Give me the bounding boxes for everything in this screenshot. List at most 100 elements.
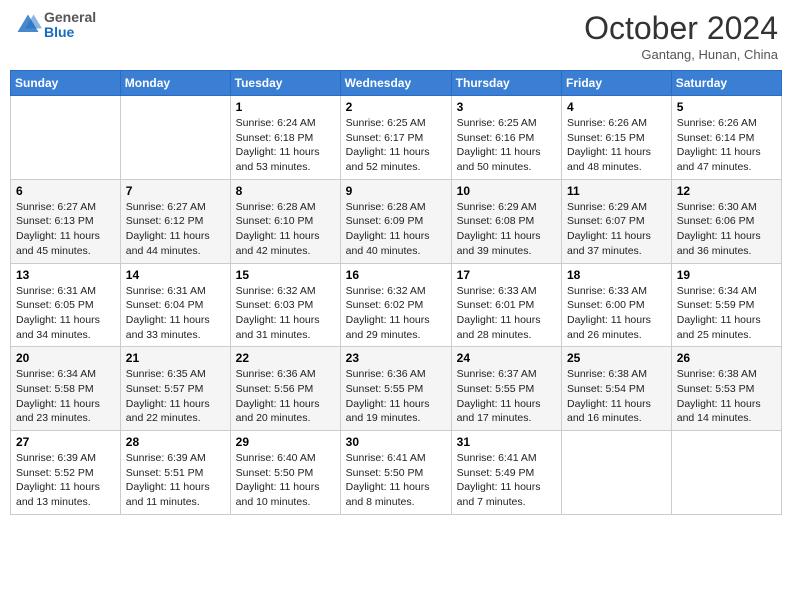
- calendar-cell: 10Sunrise: 6:29 AMSunset: 6:08 PMDayligh…: [451, 179, 561, 263]
- day-info: Sunrise: 6:39 AMSunset: 5:51 PMDaylight:…: [126, 451, 225, 510]
- location: Gantang, Hunan, China: [584, 47, 778, 62]
- title-section: October 2024 Gantang, Hunan, China: [584, 10, 778, 62]
- page-header: General Blue October 2024 Gantang, Hunan…: [10, 10, 782, 62]
- day-number: 13: [16, 268, 115, 282]
- day-number: 6: [16, 184, 115, 198]
- day-number: 30: [346, 435, 446, 449]
- day-info: Sunrise: 6:24 AMSunset: 6:18 PMDaylight:…: [236, 116, 335, 175]
- day-info: Sunrise: 6:34 AMSunset: 5:59 PMDaylight:…: [677, 284, 776, 343]
- day-number: 27: [16, 435, 115, 449]
- day-number: 23: [346, 351, 446, 365]
- day-number: 31: [457, 435, 556, 449]
- day-info: Sunrise: 6:41 AMSunset: 5:49 PMDaylight:…: [457, 451, 556, 510]
- calendar-cell: 2 Sunrise: 6:25 AMSunset: 6:17 PMDaylight…: [340, 96, 451, 180]
- calendar-cell: 20 Sunrise: 6:34 AMSunset: 5:58 PMDayligh…: [11, 347, 121, 431]
- day-number: 5: [677, 100, 776, 114]
- day-number: 16: [346, 268, 446, 282]
- day-number: 19: [677, 268, 776, 282]
- day-info: Sunrise: 6:41 AMSunset: 5:50 PMDaylight:…: [346, 451, 446, 510]
- day-info: Sunrise: 6:25 AMSunset: 6:17 PMDaylight:…: [346, 116, 446, 175]
- day-of-week-header: Friday: [562, 71, 672, 96]
- day-info: Sunrise: 6:38 AMSunset: 5:54 PMDaylight:…: [567, 367, 666, 426]
- day-info: Sunrise: 6:31 AMSunset: 6:04 PMDaylight:…: [126, 284, 225, 343]
- day-info: Sunrise: 6:33 AMSunset: 6:01 PMDaylight:…: [457, 284, 556, 343]
- calendar-cell: 19 Sunrise: 6:34 AMSunset: 5:59 PMDayligh…: [671, 263, 781, 347]
- calendar-cell: [562, 431, 672, 515]
- day-number: 11: [567, 184, 666, 198]
- calendar-cell: 12 Sunrise: 6:30 AMSunset: 6:06 PMDayligh…: [671, 179, 781, 263]
- calendar-cell: 6 Sunrise: 6:27 AMSunset: 6:13 PMDaylight…: [11, 179, 121, 263]
- day-number: 25: [567, 351, 666, 365]
- day-info: Sunrise: 6:33 AMSunset: 6:00 PMDaylight:…: [567, 284, 666, 343]
- calendar-cell: 11Sunrise: 6:29 AMSunset: 6:07 PMDayligh…: [562, 179, 672, 263]
- day-number: 10: [457, 184, 556, 198]
- calendar-week-row: 6 Sunrise: 6:27 AMSunset: 6:13 PMDaylight…: [11, 179, 782, 263]
- calendar-cell: 30 Sunrise: 6:41 AMSunset: 5:50 PMDayligh…: [340, 431, 451, 515]
- day-info: Sunrise: 6:38 AMSunset: 5:53 PMDaylight:…: [677, 367, 776, 426]
- calendar-cell: 18 Sunrise: 6:33 AMSunset: 6:00 PMDayligh…: [562, 263, 672, 347]
- calendar-cell: 1 Sunrise: 6:24 AMSunset: 6:18 PMDaylight…: [230, 96, 340, 180]
- calendar-cell: 9Sunrise: 6:28 AMSunset: 6:09 PMDaylight…: [340, 179, 451, 263]
- day-number: 20: [16, 351, 115, 365]
- calendar-cell: [11, 96, 121, 180]
- day-info: Sunrise: 6:40 AMSunset: 5:50 PMDaylight:…: [236, 451, 335, 510]
- calendar-week-row: 27 Sunrise: 6:39 AMSunset: 5:52 PMDayligh…: [11, 431, 782, 515]
- calendar-cell: 15Sunrise: 6:32 AMSunset: 6:03 PMDayligh…: [230, 263, 340, 347]
- day-number: 14: [126, 268, 225, 282]
- day-of-week-header: Sunday: [11, 71, 121, 96]
- day-info: Sunrise: 6:26 AMSunset: 6:15 PMDaylight:…: [567, 116, 666, 175]
- day-number: 8: [236, 184, 335, 198]
- day-info: Sunrise: 6:36 AMSunset: 5:56 PMDaylight:…: [236, 367, 335, 426]
- calendar-cell: 17Sunrise: 6:33 AMSunset: 6:01 PMDayligh…: [451, 263, 561, 347]
- calendar-cell: 16Sunrise: 6:32 AMSunset: 6:02 PMDayligh…: [340, 263, 451, 347]
- day-info: Sunrise: 6:31 AMSunset: 6:05 PMDaylight:…: [16, 284, 115, 343]
- calendar-cell: [120, 96, 230, 180]
- calendar-header-row: SundayMondayTuesdayWednesdayThursdayFrid…: [11, 71, 782, 96]
- day-of-week-header: Saturday: [671, 71, 781, 96]
- day-info: Sunrise: 6:26 AMSunset: 6:14 PMDaylight:…: [677, 116, 776, 175]
- day-info: Sunrise: 6:30 AMSunset: 6:06 PMDaylight:…: [677, 200, 776, 259]
- day-info: Sunrise: 6:32 AMSunset: 6:03 PMDaylight:…: [236, 284, 335, 343]
- logo-blue-text: Blue: [44, 25, 96, 40]
- day-number: 18: [567, 268, 666, 282]
- day-number: 1: [236, 100, 335, 114]
- calendar-cell: 23Sunrise: 6:36 AMSunset: 5:55 PMDayligh…: [340, 347, 451, 431]
- day-info: Sunrise: 6:28 AMSunset: 6:09 PMDaylight:…: [346, 200, 446, 259]
- day-number: 26: [677, 351, 776, 365]
- day-number: 2: [346, 100, 446, 114]
- logo: General Blue: [14, 10, 96, 41]
- calendar-cell: 13 Sunrise: 6:31 AMSunset: 6:05 PMDayligh…: [11, 263, 121, 347]
- calendar-cell: 7Sunrise: 6:27 AMSunset: 6:12 PMDaylight…: [120, 179, 230, 263]
- day-number: 22: [236, 351, 335, 365]
- calendar-cell: 3Sunrise: 6:25 AMSunset: 6:16 PMDaylight…: [451, 96, 561, 180]
- day-info: Sunrise: 6:27 AMSunset: 6:12 PMDaylight:…: [126, 200, 225, 259]
- day-number: 29: [236, 435, 335, 449]
- day-of-week-header: Thursday: [451, 71, 561, 96]
- day-number: 28: [126, 435, 225, 449]
- calendar-cell: 27 Sunrise: 6:39 AMSunset: 5:52 PMDayligh…: [11, 431, 121, 515]
- day-of-week-header: Tuesday: [230, 71, 340, 96]
- logo-general-text: General: [44, 10, 96, 25]
- calendar-cell: 5 Sunrise: 6:26 AMSunset: 6:14 PMDaylight…: [671, 96, 781, 180]
- day-of-week-header: Monday: [120, 71, 230, 96]
- day-info: Sunrise: 6:34 AMSunset: 5:58 PMDaylight:…: [16, 367, 115, 426]
- day-info: Sunrise: 6:25 AMSunset: 6:16 PMDaylight:…: [457, 116, 556, 175]
- calendar-cell: 4Sunrise: 6:26 AMSunset: 6:15 PMDaylight…: [562, 96, 672, 180]
- day-info: Sunrise: 6:39 AMSunset: 5:52 PMDaylight:…: [16, 451, 115, 510]
- day-info: Sunrise: 6:37 AMSunset: 5:55 PMDaylight:…: [457, 367, 556, 426]
- calendar-cell: 31 Sunrise: 6:41 AMSunset: 5:49 PMDayligh…: [451, 431, 561, 515]
- calendar-cell: [671, 431, 781, 515]
- day-number: 12: [677, 184, 776, 198]
- calendar-week-row: 20 Sunrise: 6:34 AMSunset: 5:58 PMDayligh…: [11, 347, 782, 431]
- calendar-cell: 24Sunrise: 6:37 AMSunset: 5:55 PMDayligh…: [451, 347, 561, 431]
- calendar-cell: 28 Sunrise: 6:39 AMSunset: 5:51 PMDayligh…: [120, 431, 230, 515]
- calendar-cell: 25 Sunrise: 6:38 AMSunset: 5:54 PMDayligh…: [562, 347, 672, 431]
- calendar-table: SundayMondayTuesdayWednesdayThursdayFrid…: [10, 70, 782, 515]
- calendar-week-row: 13 Sunrise: 6:31 AMSunset: 6:05 PMDayligh…: [11, 263, 782, 347]
- month-title: October 2024: [584, 10, 778, 47]
- day-info: Sunrise: 6:27 AMSunset: 6:13 PMDaylight:…: [16, 200, 115, 259]
- logo-icon: [14, 11, 42, 39]
- calendar-cell: 14 Sunrise: 6:31 AMSunset: 6:04 PMDayligh…: [120, 263, 230, 347]
- day-of-week-header: Wednesday: [340, 71, 451, 96]
- day-number: 21: [126, 351, 225, 365]
